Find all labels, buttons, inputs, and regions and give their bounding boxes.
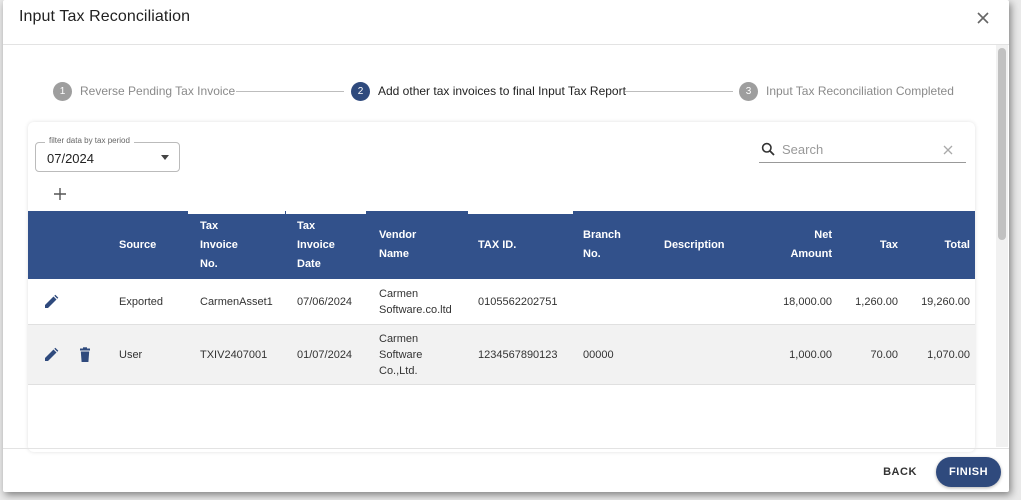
header-source[interactable]: Source [119,211,179,279]
tax-period-value: 07/2024 [47,151,94,166]
table-header: Source Tax Invoice No. Tax Invoice Date … [28,211,975,279]
step-3: 3 Input Tax Reconciliation Completed [739,80,954,102]
cell-vendor-name: Carmen Software Co.,Ltd. [379,333,423,377]
search-input[interactable] [782,139,932,159]
cell-tax-invoice-date: 01/07/2024 [297,349,353,361]
step-3-number: 3 [739,81,758,101]
step-1-number: 1 [53,81,72,101]
edit-icon[interactable] [43,347,59,363]
header-tax-invoice-date[interactable]: Tax Invoice Date [297,211,347,279]
cell-tax-id: 1234567890123 [478,349,558,361]
delete-icon[interactable] [77,347,93,363]
header-net-amount[interactable]: Net Amount [778,211,832,279]
cell-tax: 70.00 [870,349,898,361]
cell-source: User [119,349,143,361]
header-tax-id[interactable]: TAX ID. [478,211,558,279]
cell-total: 1,070.00 [927,349,970,361]
step-connector-1 [236,91,344,92]
cell-tax-invoice-date: 07/06/2024 [297,296,353,308]
header-vendor-name[interactable]: Vendor Name [379,211,434,279]
step-3-label: Input Tax Reconciliation Completed [766,84,954,98]
stepper: 1 Reverse Pending Tax Invoice 2 Add othe… [53,80,954,102]
vertical-scrollbar[interactable] [996,45,1008,447]
back-button[interactable]: BACK [873,461,927,483]
cell-net-amount: 1,000.00 [789,349,832,361]
table-row: Exported CarmenAsset1 07/06/2024 Carmen … [28,279,975,325]
step-2-label: Add other tax invoices to final Input Ta… [378,84,626,98]
cell-source: Exported [119,296,164,308]
tax-period-label: filter data by tax period [45,136,134,145]
dialog-footer: BACK FINISH [3,448,1009,492]
dialog-title: Input Tax Reconciliation [19,8,191,25]
scrollbar-thumb[interactable] [998,48,1006,240]
add-icon[interactable] [52,186,68,202]
cell-tax: 1,260.00 [855,296,898,308]
cell-vendor-name: Carmen Software.co.ltd [379,288,452,316]
step-1-label: Reverse Pending Tax Invoice [80,84,236,98]
finish-button[interactable]: FINISH [936,457,1001,487]
table-row: User TXIV2407001 01/07/2024 Carmen Softw… [28,325,975,385]
step-connector-2 [625,91,733,92]
invoice-table-card: filter data by tax period 07/2024 Source… [28,122,975,452]
header-total[interactable]: Total [918,211,970,279]
step-1: 1 Reverse Pending Tax Invoice [53,80,235,102]
cell-tax-id: 0105562202751 [478,296,558,308]
caret-down-icon [161,155,169,160]
clear-search-icon[interactable] [942,143,954,155]
header-tax-invoice-no[interactable]: Tax Invoice No. [200,211,250,279]
tax-period-select[interactable]: filter data by tax period 07/2024 [35,136,180,172]
cell-tax-invoice-no: CarmenAsset1 [200,296,273,308]
close-icon[interactable] [975,10,991,26]
search-icon [761,142,775,156]
cell-net-amount: 18,000.00 [783,296,832,308]
cell-tax-invoice-no: TXIV2407001 [200,349,268,361]
step-2-number: 2 [351,81,370,101]
search-box [759,137,966,163]
dialog-header: Input Tax Reconciliation [3,0,1009,45]
edit-icon[interactable] [43,294,59,310]
cell-total: 19,260.00 [921,296,970,308]
header-tax[interactable]: Tax [858,211,898,279]
cell-branch-no: 00000 [583,349,614,361]
header-branch-no[interactable]: Branch No. [583,211,638,279]
input-tax-reconciliation-dialog: Input Tax Reconciliation 1 Reverse Pendi… [3,0,1009,492]
step-2: 2 Add other tax invoices to final Input … [351,80,626,102]
header-description[interactable]: Description [664,211,754,279]
